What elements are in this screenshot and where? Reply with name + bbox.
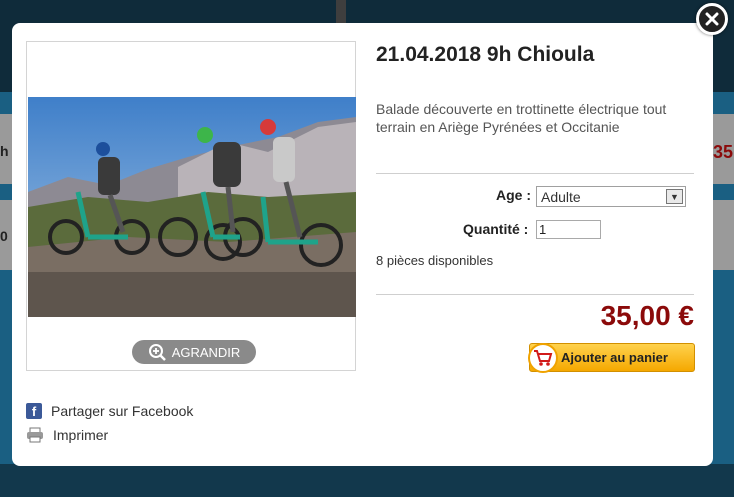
background-footer: [0, 464, 734, 497]
background-card: [713, 200, 734, 270]
printer-icon: [27, 427, 43, 443]
print-label: Imprimer: [53, 427, 109, 443]
background-partial-price: 35: [713, 142, 734, 162]
product-title: 21.04.2018 9h Chioula: [376, 43, 595, 66]
quantity-label: Quantité :: [463, 221, 529, 237]
divider: [376, 294, 694, 295]
share-facebook-label: Partager sur Facebook: [51, 403, 194, 419]
age-select[interactable]: Adulte ▼: [536, 186, 686, 207]
share-facebook-link[interactable]: f Partager sur Facebook: [26, 403, 193, 419]
divider: [376, 173, 694, 174]
enlarge-button[interactable]: AGRANDIR: [132, 340, 256, 364]
background-partial-text: 0: [0, 228, 8, 244]
shopping-cart-icon: [528, 342, 558, 373]
product-description: Balade découverte en trottinette électri…: [376, 101, 667, 135]
age-selected-value: Adulte: [541, 188, 581, 205]
quantity-input[interactable]: [536, 220, 601, 239]
print-link[interactable]: Imprimer: [26, 427, 108, 443]
age-label: Age :: [496, 187, 531, 203]
product-price: 35,00 €: [600, 300, 694, 331]
product-modal: AGRANDIR f Partager sur Facebook Imprime…: [12, 23, 713, 466]
availability-text: 8 pièces disponibles: [376, 253, 494, 268]
add-to-cart-label: Ajouter au panier: [561, 350, 668, 365]
facebook-icon: f: [26, 403, 42, 419]
product-photo[interactable]: [28, 97, 356, 317]
product-image-frame: AGRANDIR: [26, 41, 356, 371]
chevron-down-icon: ▼: [666, 189, 683, 204]
background-partial-text: h: [0, 143, 9, 159]
close-button[interactable]: [696, 3, 728, 35]
zoom-in-icon: [148, 344, 166, 361]
close-icon: [705, 12, 719, 26]
enlarge-label: AGRANDIR: [171, 344, 241, 360]
add-to-cart-button[interactable]: Ajouter au panier: [528, 342, 695, 373]
